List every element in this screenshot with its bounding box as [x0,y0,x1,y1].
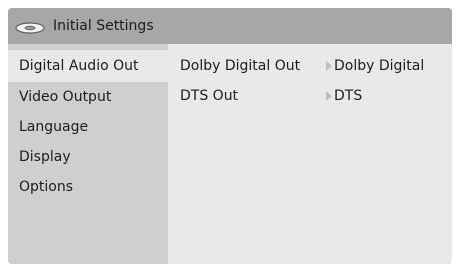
arrow-right-icon [326,61,332,71]
setting-label-dts-out: DTS Out [180,88,239,104]
title-bar: Initial Settings [8,8,452,44]
menu-item-digital-audio-out[interactable]: Digital Audio Out [8,50,168,82]
menu-item-options[interactable]: Options [8,172,168,202]
setting-row-dts-out: DTS Out DTS [168,81,452,111]
menu-item-display[interactable]: Display [8,142,168,172]
screen-frame: Initial Settings Digital Audio Out Video… [0,0,462,276]
settings-content: Dolby Digital Out Dolby Digital DTS Out … [168,44,452,264]
settings-window: Initial Settings Digital Audio Out Video… [8,8,452,264]
setting-value-dts[interactable]: DTS [334,81,362,111]
menu-item-video-output[interactable]: Video Output [8,82,168,112]
page-title: Initial Settings [53,18,154,34]
settings-menu: Digital Audio Out Video Output Language … [8,44,168,264]
menu-item-language[interactable]: Language [8,112,168,142]
setting-label-dolby-digital-out: Dolby Digital Out [180,58,301,74]
arrow-right-icon [326,91,332,101]
setting-value-dolby-digital[interactable]: Dolby Digital [334,51,424,81]
setting-row-dolby-digital-out: Dolby Digital Out Dolby Digital [168,51,452,81]
disc-icon [15,22,45,34]
